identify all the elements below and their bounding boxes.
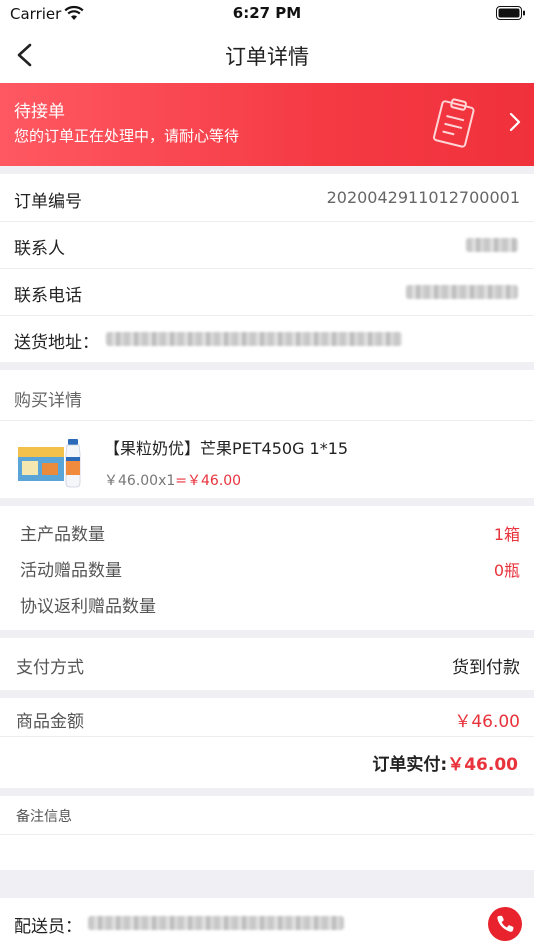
remark-content[interactable]: [0, 835, 534, 870]
purchase-header: 购买详情: [14, 391, 82, 411]
address-row: 送货地址：: [0, 316, 534, 362]
address-label: 送货地址：: [14, 333, 99, 353]
contact-row: 联系人: [0, 222, 534, 268]
divider: [0, 420, 534, 421]
order-paid-line: 订单实付:￥46.00: [372, 750, 518, 775]
status-bar: Carrier 6:27 PM: [0, 0, 534, 28]
payment-method-value: 货到付款: [452, 658, 520, 678]
call-button[interactable]: [488, 907, 522, 941]
order-paid-label: 订单实付:: [372, 755, 448, 775]
goods-amount-value: ￥46.00: [454, 712, 520, 732]
product-price-line: ￥46.00x1=￥46.00: [104, 470, 241, 490]
rebate-gift-qty-label: 协议返利赠品数量: [20, 597, 156, 617]
nav-bar: 订单详情: [0, 28, 534, 83]
gift-qty-value: 0瓶: [493, 561, 520, 580]
order-status-title: 待接单: [14, 102, 65, 122]
phone-row[interactable]: 联系电话: [0, 269, 534, 315]
order-status-subtitle: 您的订单正在处理中，请耐心等待: [14, 127, 240, 145]
product-image: [18, 439, 81, 488]
chevron-right-icon[interactable]: [508, 110, 522, 134]
battery-icon: [496, 6, 525, 20]
delivery-person-redacted: [88, 916, 344, 930]
status-time: 6:27 PM: [232, 4, 302, 22]
main-product-qty-label: 主产品数量: [20, 525, 105, 545]
delivery-person-label: 配送员：: [14, 917, 82, 937]
address-value-redacted: [106, 332, 402, 346]
divider: [0, 736, 534, 737]
phone-label: 联系电话: [14, 286, 82, 306]
clipboard-icon: [433, 98, 475, 148]
product-name: 【果粒奶优】芒果PET450G 1*15: [104, 439, 349, 458]
contact-value-redacted: [466, 238, 518, 252]
phone-icon: [497, 915, 514, 932]
payment-section: 支付方式 货到付款: [0, 638, 534, 690]
remark-label: 备注信息: [16, 809, 72, 825]
contact-label: 联系人: [14, 239, 65, 259]
order-number-row: 订单编号 2020042911012700001: [0, 174, 534, 221]
order-number-value: 2020042911012700001: [326, 188, 520, 207]
payment-method-label: 支付方式: [16, 658, 84, 678]
delivery-section: 配送员：: [0, 898, 534, 950]
equals-sign: =: [175, 473, 188, 489]
product-subtotal: ￥46.00: [187, 473, 242, 489]
order-number-label: 订单编号: [14, 192, 82, 212]
amount-section: 商品金额 ￥46.00 订单实付:￥46.00: [0, 698, 534, 788]
phone-value-redacted: [406, 285, 518, 299]
page-title: 订单详情: [225, 45, 309, 69]
order-info-section: 订单编号 2020042911012700001 联系人 联系电话 送货地址：: [0, 174, 534, 362]
product-unit-quantity: ￥46.00x1: [104, 473, 176, 489]
gift-qty-label: 活动赠品数量: [20, 561, 122, 581]
quantity-section: 主产品数量 1箱 活动赠品数量 0瓶 协议返利赠品数量: [0, 506, 534, 630]
goods-amount-label: 商品金额: [16, 712, 84, 732]
order-paid-value: ￥46.00: [447, 755, 518, 775]
main-product-qty-value: 1箱: [493, 525, 520, 544]
remark-section: 备注信息: [0, 796, 534, 870]
